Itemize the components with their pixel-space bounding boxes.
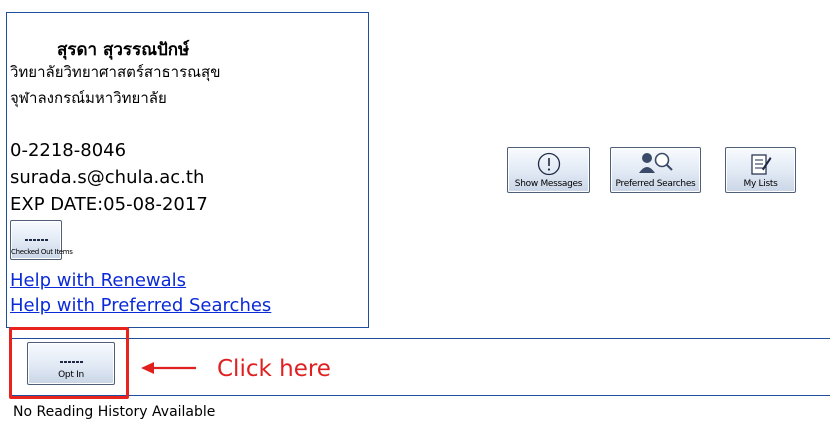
patron-email: surada.s@chula.ac.th — [10, 167, 205, 188]
checked-out-items-label: Checked Out Items — [11, 248, 73, 256]
preferred-searches-button[interactable]: Preferred Searches — [610, 147, 701, 193]
my-lists-button[interactable]: My Lists — [725, 147, 796, 193]
patron-phone: 0-2218-8046 — [10, 140, 127, 161]
my-lists-label: My Lists — [743, 179, 778, 189]
list-edit-icon — [750, 154, 771, 175]
help-with-preferred-searches-link[interactable]: Help with Preferred Searches — [10, 294, 271, 318]
show-messages-label: Show Messages — [514, 179, 583, 189]
help-with-renewals-link[interactable]: Help with Renewals — [10, 269, 186, 293]
reading-history-header — [10, 338, 830, 396]
reading-history-status: No Reading History Available — [13, 404, 216, 420]
checked-out-items-button[interactable]: Checked Out Items — [10, 220, 73, 260]
patron-department: วิทยาลัยวิทยาศาสตร์สาธารณสุข — [10, 63, 221, 81]
show-messages-button[interactable]: Show Messages — [507, 147, 590, 193]
people-search-icon — [638, 152, 673, 173]
preferred-searches-label: Preferred Searches — [615, 179, 696, 189]
books-icon — [24, 228, 48, 241]
arrow-left-icon — [141, 362, 196, 374]
patron-expiry-date: EXP DATE:05-08-2017 — [10, 194, 208, 215]
patron-university: จุฬาลงกรณ์มหาวิทยาลัย — [10, 89, 167, 107]
patron-name: สุรดา สุวรรณปักษ์ — [57, 40, 190, 60]
click-here-annotation: Click here — [217, 356, 331, 382]
highlight-box — [9, 327, 129, 399]
info-icon — [537, 152, 560, 176]
patron-info-panel: สุรดา สุวรรณปักษ์ วิทยาลัยวิทยาศาสตร์สาธ… — [6, 12, 369, 328]
